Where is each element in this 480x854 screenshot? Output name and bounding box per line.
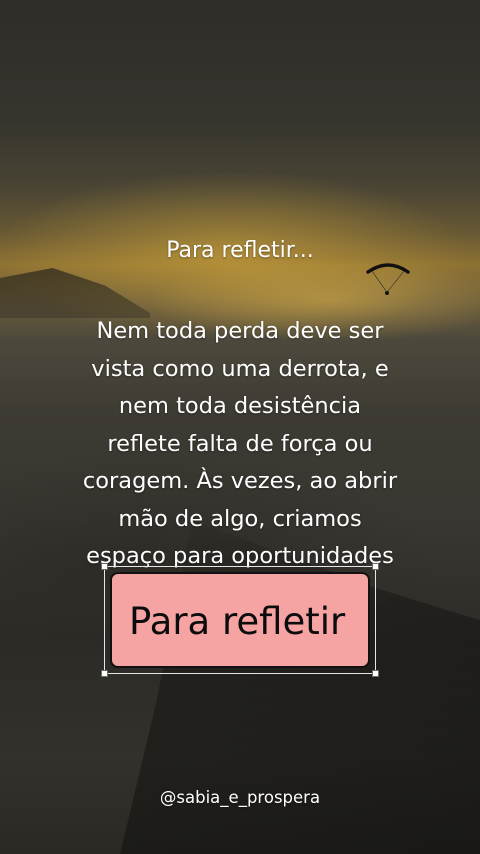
quote-line: reflete falta de força ou [107, 430, 373, 457]
quote-line: coragem. Às vezes, ao abrir [82, 468, 398, 494]
post-heading: Para refletir... [166, 238, 314, 263]
cliff-silhouette [0, 268, 150, 318]
paraglider-icon [366, 263, 410, 295]
resize-handle-bottom-left[interactable] [101, 670, 108, 677]
resize-handle-top-left[interactable] [101, 563, 108, 570]
quote-line: nem toda desistência [118, 393, 362, 419]
account-handle: @sabia_e_prospera [159, 788, 321, 807]
quote-line: mão de algo, criamos [118, 505, 362, 532]
quote-text: Nem toda perda deve ser vista como uma d… [40, 313, 440, 576]
title-text-box[interactable]: Para refletir [110, 572, 370, 668]
resize-handle-bottom-right[interactable] [372, 670, 379, 677]
quote-line: Nem toda perda deve ser [96, 318, 384, 344]
quote-line: vista como uma derrota, e [91, 355, 389, 382]
story-canvas: Para refletir... Nem toda perda deve ser… [0, 0, 480, 854]
resize-handle-top-right[interactable] [372, 563, 379, 570]
